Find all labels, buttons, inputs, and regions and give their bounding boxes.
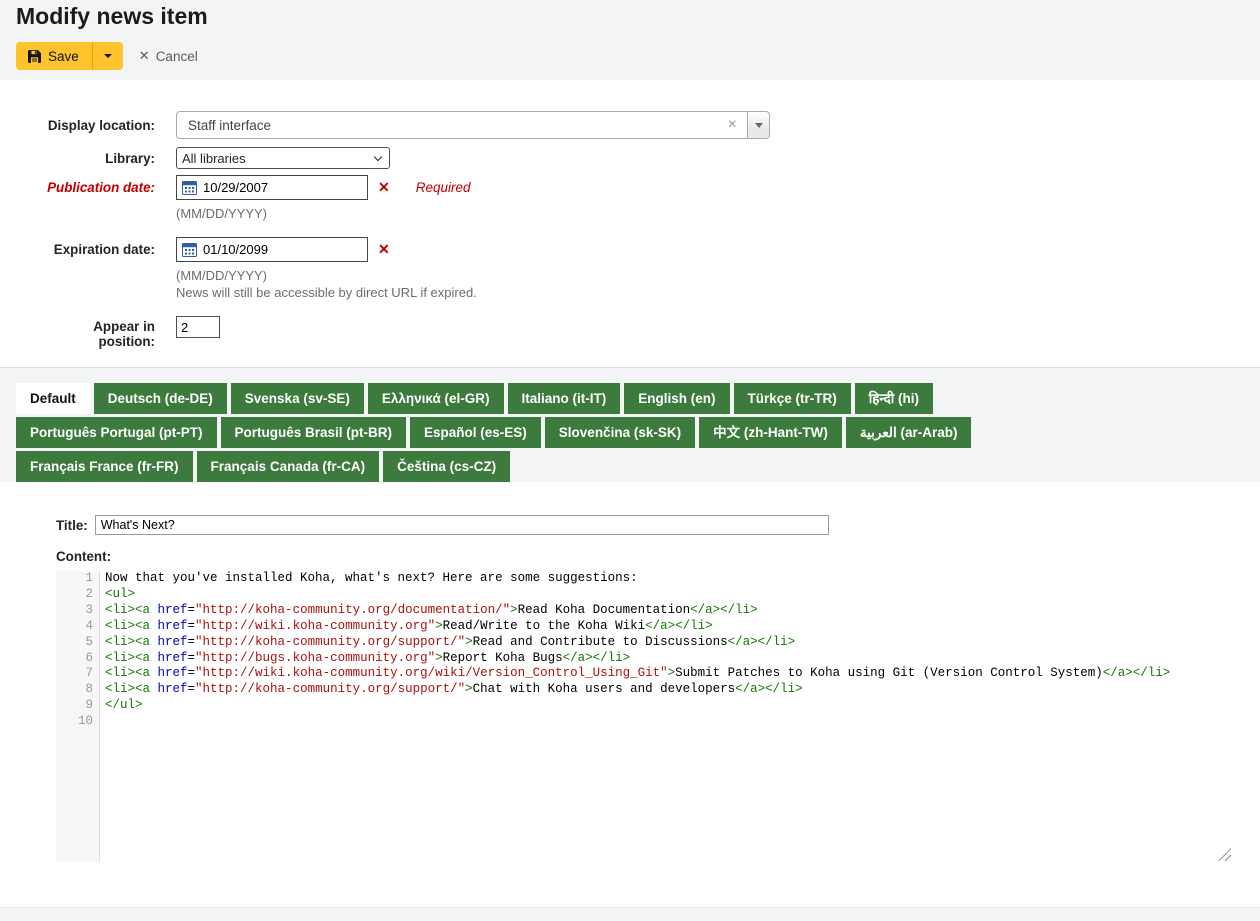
library-select-value: All libraries [182,151,246,166]
editor-line[interactable]: </ul> [105,698,1232,714]
tab-espa-ol-es-es[interactable]: Español (es-ES) [410,417,541,448]
language-tabs-region: DefaultDeutsch (de-DE)Svenska (sv-SE)Ελλ… [0,367,1260,482]
tab-e-tina-cs-cz[interactable]: Čeština (cs-CZ) [383,451,510,482]
editor-line[interactable]: <li><a href="http://wiki.koha-community.… [105,666,1232,682]
line-number: 2 [56,587,93,603]
tab-hi[interactable]: हिन्दी (hi) [855,383,933,414]
calendar-icon[interactable] [182,242,197,257]
tab-ar-arab[interactable]: العربية (ar-Arab) [846,417,972,448]
display-location-value: Staff interface [177,118,718,133]
page-header: Modify news item Save [0,0,1260,80]
language-tabs: DefaultDeutsch (de-DE)Svenska (sv-SE)Ελλ… [16,383,1096,482]
expiration-date-input[interactable] [203,242,362,257]
title-input[interactable] [95,515,829,535]
select2-dropdown-arrow-icon[interactable] [747,112,769,138]
clear-publication-date-icon[interactable]: ✕ [378,179,390,196]
content-label: Content: [56,549,1244,564]
floppy-icon [28,50,41,63]
editor-line[interactable]: <li><a href="http://wiki.koha-community.… [105,619,1232,635]
content-editor[interactable]: 12345678910 Now that you've installed Ko… [56,571,1232,862]
tab-portugu-s-portugal-pt-pt[interactable]: Português Portugal (pt-PT) [16,417,217,448]
footer-strip [0,907,1260,921]
publication-date-input[interactable] [203,180,362,195]
editor-line[interactable]: <li><a href="http://koha-community.org/d… [105,603,1232,619]
editor-line[interactable]: <li><a href="http://bugs.koha-community.… [105,651,1232,667]
tab-el-gr[interactable]: Ελληνικά (el-GR) [368,383,504,414]
title-label: Title: [56,518,88,533]
page-title: Modify news item [16,3,1244,30]
tab-deutsch-de-de[interactable]: Deutsch (de-DE) [94,383,227,414]
tab-svenska-sv-se[interactable]: Svenska (sv-SE) [231,383,364,414]
editor-line[interactable] [105,714,1232,730]
editor-gutter: 12345678910 [56,571,100,862]
save-dropdown-toggle[interactable] [93,42,123,70]
position-label: Appear in position: [16,316,155,349]
library-select[interactable]: All libraries [176,147,390,169]
toolbar: Save ✕ Cancel [16,42,1244,70]
clear-expiration-date-icon[interactable]: ✕ [378,241,390,258]
editor-line[interactable]: <li><a href="http://koha-community.org/s… [105,682,1232,698]
line-number: 9 [56,698,93,714]
line-number: 1 [56,571,93,587]
display-location-select[interactable]: Staff interface × [176,111,770,139]
close-icon: ✕ [139,48,150,64]
save-button[interactable]: Save [16,42,93,70]
publication-date-hint: (MM/DD/YYYY) [176,206,471,221]
editor-line[interactable]: <ul> [105,587,1232,603]
cancel-link[interactable]: ✕ Cancel [139,48,198,64]
expiration-date-field[interactable] [176,237,368,262]
tab-zh-hant-tw[interactable]: 中文 (zh-Hant-TW) [699,417,842,448]
save-button-label: Save [48,49,79,64]
cancel-link-label: Cancel [156,49,198,64]
select2-clear-icon[interactable]: × [718,117,747,133]
editor-line[interactable]: Now that you've installed Koha, what's n… [105,571,1232,587]
publication-date-label: Publication date: [16,175,155,221]
caret-down-icon [104,54,112,58]
library-label: Library: [16,147,155,169]
expiration-date-hint: (MM/DD/YYYY) [176,268,477,283]
expiration-date-note: News will still be accessible by direct … [176,285,477,300]
editor-line[interactable]: <li><a href="http://koha-community.org/s… [105,635,1232,651]
editor-code[interactable]: Now that you've installed Koha, what's n… [100,571,1232,862]
line-number: 3 [56,603,93,619]
tab-t-rk-e-tr-tr[interactable]: Türkçe (tr-TR) [734,383,851,414]
position-input[interactable] [176,316,220,338]
publication-date-field[interactable] [176,175,368,200]
tab-portugu-s-brasil-pt-br[interactable]: Português Brasil (pt-BR) [221,417,407,448]
save-button-group: Save [16,42,123,70]
tab-sloven-ina-sk-sk[interactable]: Slovenčina (sk-SK) [545,417,695,448]
tab-english-en[interactable]: English (en) [624,383,729,414]
line-number: 6 [56,651,93,667]
required-text: Required [416,180,471,195]
calendar-icon[interactable] [182,180,197,195]
display-location-label: Display location: [16,111,155,139]
expiration-date-label: Expiration date: [16,237,155,300]
chevron-down-icon [374,152,382,160]
tab-default[interactable]: Default [16,383,90,414]
line-number: 10 [56,714,93,730]
line-number: 8 [56,682,93,698]
news-item-form: Display location: Staff interface × Libr… [0,80,1260,349]
line-number: 4 [56,619,93,635]
tab-fran-ais-france-fr-fr[interactable]: Français France (fr-FR) [16,451,193,482]
default-tab-panel: Title: Content: 12345678910 Now that you… [0,482,1260,862]
line-number: 7 [56,666,93,682]
tab-fran-ais-canada-fr-ca[interactable]: Français Canada (fr-CA) [197,451,380,482]
tab-italiano-it-it[interactable]: Italiano (it-IT) [508,383,621,414]
line-number: 5 [56,635,93,651]
